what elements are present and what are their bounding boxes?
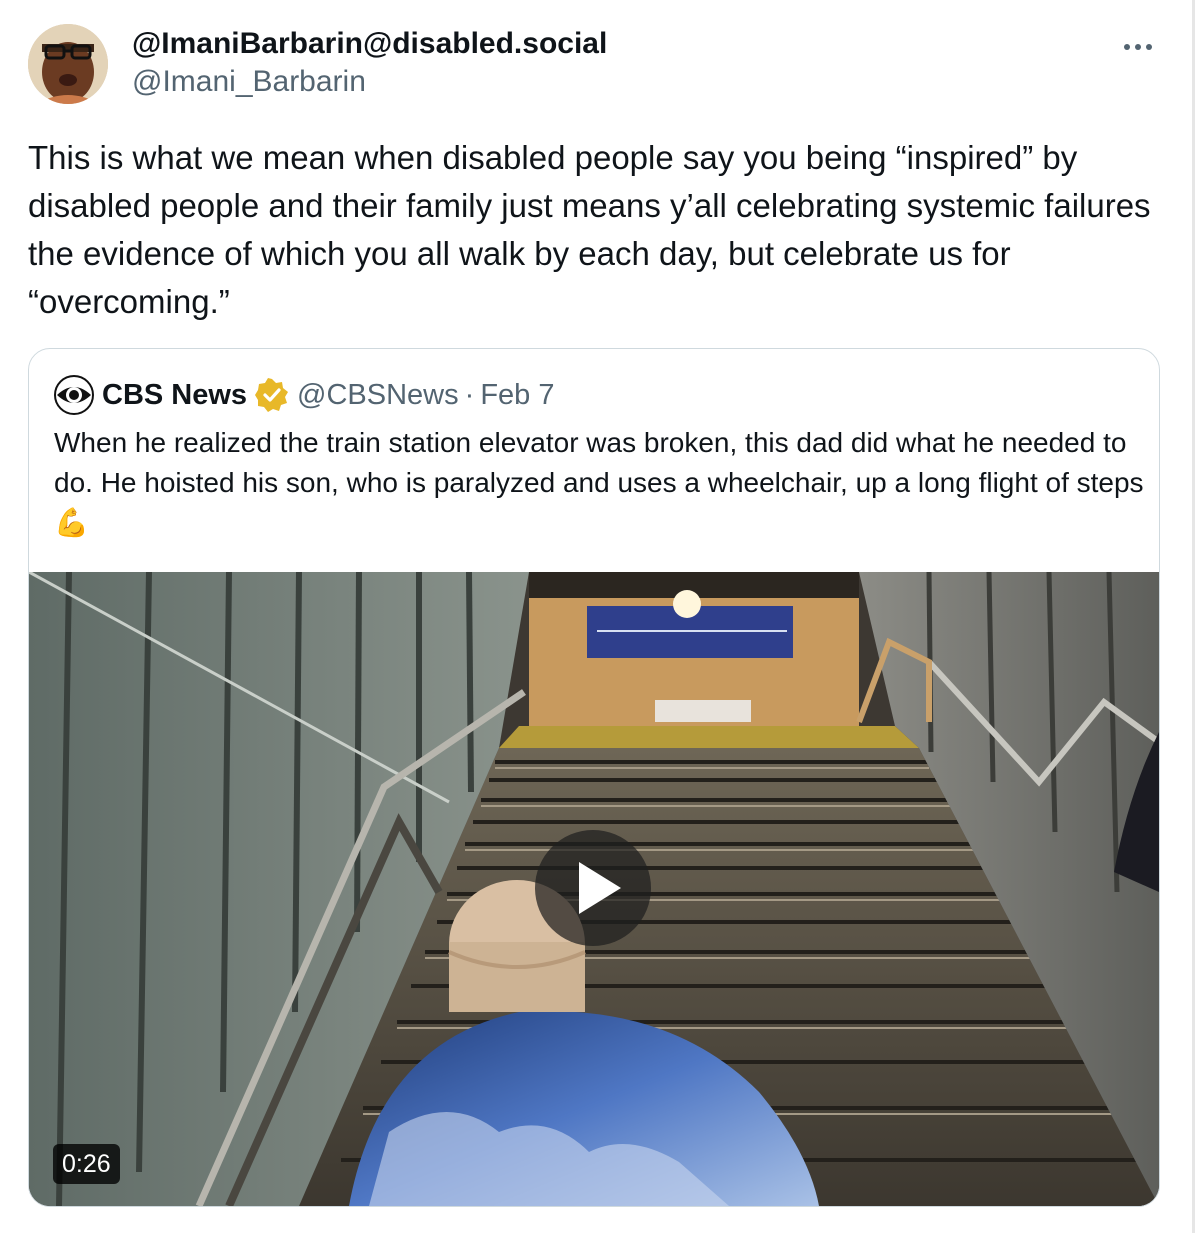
display-name[interactable]: @ImaniBarbarin@disabled.social <box>132 26 607 62</box>
cbs-eye-logo-icon[interactable] <box>54 375 94 415</box>
video-duration: 0:26 <box>53 1144 120 1184</box>
quoted-tweet[interactable]: CBS News @CBSNews · Feb 7 When he realiz… <box>28 348 1160 1207</box>
avatar[interactable] <box>28 24 108 104</box>
tweet-text: This is what we mean when disabled peopl… <box>28 139 1151 320</box>
more-dot <box>1124 44 1130 50</box>
play-icon[interactable] <box>535 830 651 946</box>
tweet: @ImaniBarbarin@disabled.social @Imani_Ba… <box>28 22 1160 1207</box>
author-names: @ImaniBarbarin@disabled.social @Imani_Ba… <box>132 26 607 102</box>
separator-dot: · <box>464 378 475 411</box>
play-triangle <box>579 862 621 914</box>
user-handle[interactable]: @Imani_Barbarin <box>132 62 607 102</box>
tweet-header: @ImaniBarbarin@disabled.social @Imani_Ba… <box>28 22 1160 106</box>
quoted-handle[interactable]: @CBSNews <box>297 379 459 412</box>
quoted-date[interactable]: Feb 7 <box>480 379 554 412</box>
verified-badge-icon <box>255 378 289 412</box>
video-player[interactable]: 0:26 <box>29 572 1159 1206</box>
quoted-tweet-header: CBS News @CBSNews · Feb 7 <box>54 375 554 415</box>
more-dot <box>1146 44 1152 50</box>
more-horizontal-icon[interactable] <box>1116 32 1160 62</box>
quoted-display-name[interactable]: CBS News <box>102 379 247 412</box>
more-dot <box>1135 44 1141 50</box>
quoted-tweet-text: When he realized the train station eleva… <box>54 427 1144 538</box>
